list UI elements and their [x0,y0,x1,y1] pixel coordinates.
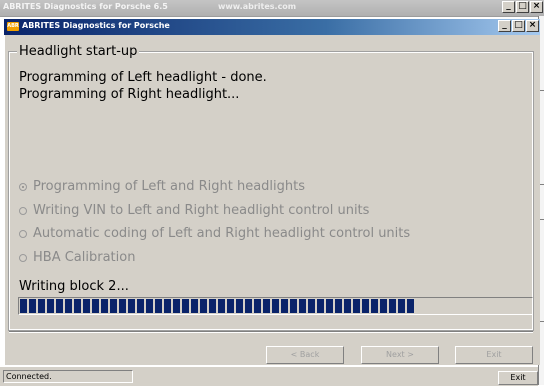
progress-segment [371,299,378,313]
progress-segment [137,299,144,313]
back-button[interactable]: < Back [266,346,344,364]
progress-segment [281,299,288,313]
close-icon[interactable]: × [530,1,543,13]
exit-button[interactable]: Exit [455,346,533,364]
progress-segment [200,299,207,313]
option-hba-calibration[interactable]: HBA Calibration [19,250,135,265]
progress-segment [29,299,36,313]
radio-icon[interactable] [19,229,27,238]
progress-segment [308,299,315,313]
progress-segment [119,299,126,313]
progress-segment [317,299,324,313]
radio-icon[interactable] [19,253,27,262]
progress-segment [101,299,108,313]
status-bar: Connected. [0,366,538,386]
progress-segment [146,299,153,313]
statusbar-exit-button[interactable]: Exit [498,371,538,385]
progress-segment [218,299,225,313]
connection-status: Connected. [3,370,133,383]
progress-segment [164,299,171,313]
option-automatic-coding[interactable]: Automatic coding of Left and Right headl… [19,226,410,241]
progress-segment [182,299,189,313]
progress-segment [398,299,405,313]
outer-window-title: ABRITES Diagnostics for Porsche 6.5 [3,2,168,11]
progress-segment [335,299,342,313]
progress-segment [299,299,306,313]
option-program-headlights[interactable]: Programming of Left and Right headlights [19,179,305,194]
inner-window-title: ABRITES Diagnostics for Porsche [22,21,170,30]
progress-segment [47,299,54,313]
progress-segment [380,299,387,313]
progress-segment [209,299,216,313]
progress-bar [18,297,533,315]
inner-window-controls: _ □ × [498,20,539,32]
radio-icon[interactable] [19,206,27,215]
option-label: Writing VIN to Left and Right headlight … [33,203,370,218]
progress-segment [326,299,333,313]
status-line-right: Programming of Right headlight... [19,87,240,102]
progress-segment [83,299,90,313]
progress-segment [362,299,369,313]
progress-segment [227,299,234,313]
maximize-icon[interactable]: □ [512,20,525,32]
bottom-separator [9,331,533,333]
option-label: HBA Calibration [33,250,136,265]
progress-segment [389,299,396,313]
progress-segment [74,299,81,313]
progress-segment [263,299,270,313]
progress-label: Writing block 2... [19,279,129,294]
minimize-icon[interactable]: _ [502,1,515,13]
progress-segment [38,299,45,313]
close-icon[interactable]: × [526,20,539,32]
progress-segment [245,299,252,313]
progress-segment [290,299,297,313]
outer-title-bar: ABRITES Diagnostics for Porsche 6.5 www.… [0,0,544,17]
outer-window-url: www.abrites.com [218,2,297,11]
maximize-icon[interactable]: □ [516,1,529,13]
progress-segment [155,299,162,313]
progress-segment [191,299,198,313]
progress-segment [20,299,27,313]
progress-segment [92,299,99,313]
progress-segment [173,299,180,313]
radio-checked-icon[interactable] [19,182,27,191]
progress-segment [407,299,414,313]
progress-segment [272,299,279,313]
option-label: Programming of Left and Right headlights [33,179,305,194]
minimize-icon[interactable]: _ [498,20,511,32]
abrites-logo-icon: ABR [7,22,19,31]
progress-segment [110,299,117,313]
status-line-left: Programming of Left headlight - done. [19,70,267,85]
progress-segment [236,299,243,313]
outer-window-controls: _ □ × [502,1,543,13]
progress-segment [344,299,351,313]
group-title: Headlight start-up [17,44,140,59]
progress-segment [254,299,261,313]
option-write-vin[interactable]: Writing VIN to Left and Right headlight … [19,203,369,218]
next-button[interactable]: Next > [361,346,439,364]
option-label: Automatic coding of Left and Right headl… [33,226,411,241]
progress-fill [20,299,419,313]
progress-segment [65,299,72,313]
progress-segment [128,299,135,313]
progress-segment [56,299,63,313]
inner-title-bar: ABR ABRITES Diagnostics for Porsche _ □ … [4,19,540,35]
progress-segment [353,299,360,313]
